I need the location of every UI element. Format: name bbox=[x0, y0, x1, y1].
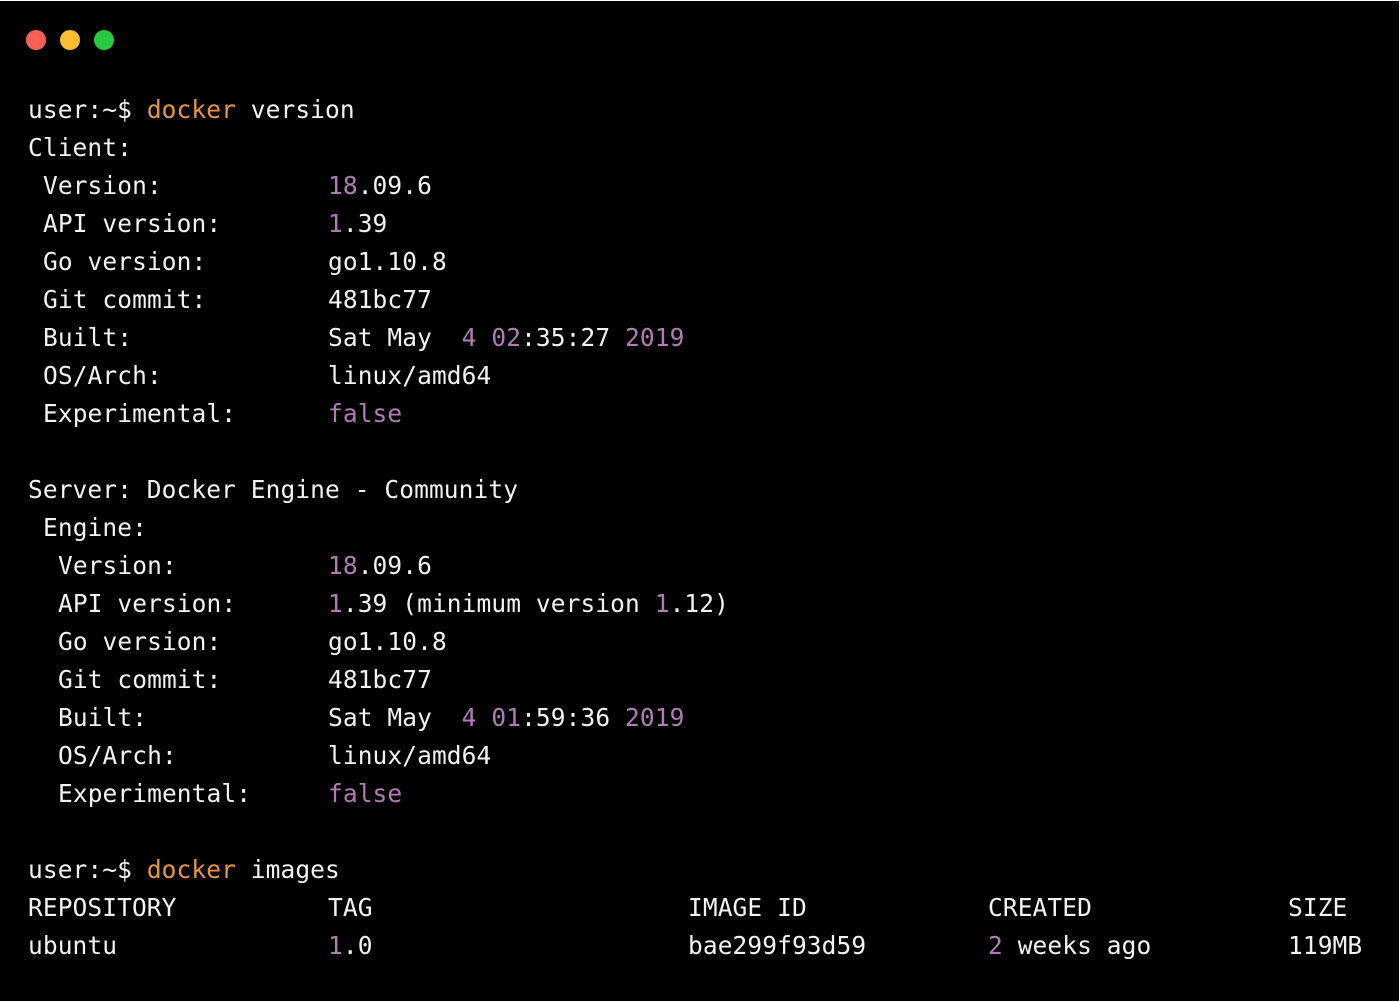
server-experimental-row: Experimental: false bbox=[28, 775, 518, 813]
built-date: 4 bbox=[461, 323, 477, 352]
field-label: Version: bbox=[58, 551, 177, 580]
cell-tag: 1.0 bbox=[328, 927, 373, 965]
server-version-row: Version: 18.09.6 bbox=[28, 547, 518, 585]
command-args: images bbox=[250, 855, 340, 884]
field-value: 481bc77 bbox=[328, 665, 432, 694]
images-table-header: REPOSITORY TAG IMAGE ID CREATED SIZE bbox=[28, 889, 1347, 927]
header-created: CREATED bbox=[988, 893, 1092, 922]
server-os-arch-row: OS/Arch: linux/amd64 bbox=[28, 737, 518, 775]
command-program: docker bbox=[146, 95, 236, 124]
number-part: 1 bbox=[328, 589, 343, 618]
built-year: 2019 bbox=[625, 323, 685, 352]
cell-repository: ubuntu bbox=[28, 931, 118, 960]
client-experimental-row: Experimental: false bbox=[28, 395, 518, 433]
built-time: :59:36 bbox=[521, 703, 611, 732]
field-value: Sat May 4 01:59:36 2019 bbox=[328, 699, 684, 737]
terminal-window: user:~$ docker version Client: Version: 1… bbox=[0, 1, 1399, 1001]
server-git-commit-row: Git commit: 481bc77 bbox=[28, 661, 518, 699]
field-value: Sat May 4 02:35:27 2019 bbox=[328, 319, 684, 357]
number-part: 1 bbox=[328, 209, 343, 238]
field-label: Go version: bbox=[43, 247, 207, 276]
field-label: Version: bbox=[43, 171, 162, 200]
field-label: API version: bbox=[58, 589, 237, 618]
field-label: Git commit: bbox=[58, 665, 222, 694]
tag-number: 1 bbox=[328, 931, 343, 960]
field-value: 1.39 bbox=[328, 205, 387, 243]
number-part: 18 bbox=[328, 171, 358, 200]
command-program: docker bbox=[146, 855, 236, 884]
command-line-docker-images: user:~$ docker images bbox=[28, 851, 518, 889]
field-value: 18.09.6 bbox=[328, 547, 432, 585]
close-window-dot[interactable] bbox=[26, 30, 46, 50]
client-git-commit-row: Git commit: 481bc77 bbox=[28, 281, 518, 319]
cell-image-id: bae299f93d59 bbox=[688, 931, 867, 960]
header-image-id: IMAGE ID bbox=[688, 893, 807, 922]
text-part: .39 bbox=[342, 209, 388, 238]
built-hour: 01 bbox=[491, 703, 522, 732]
header-size: SIZE bbox=[1288, 893, 1348, 922]
server-built-row: Built: Sat May 4 01:59:36 2019 bbox=[28, 699, 684, 737]
terminal-output[interactable]: user:~$ docker version Client: Version: 1… bbox=[28, 91, 1362, 965]
text-part: .39 (minimum version bbox=[342, 589, 655, 618]
field-value: linux/amd64 bbox=[328, 361, 492, 390]
command-args: version bbox=[250, 95, 355, 124]
client-built-row: Built: Sat May 4 02:35:27 2019 bbox=[28, 319, 684, 357]
server-go-version-row: Go version: go1.10.8 bbox=[28, 623, 518, 661]
text-part: .09.6 bbox=[357, 551, 432, 580]
field-label: Built: bbox=[58, 703, 148, 732]
client-version-row: Version: 18.09.6 bbox=[28, 167, 518, 205]
field-label: OS/Arch: bbox=[58, 741, 177, 770]
min-number-part: 1 bbox=[654, 589, 670, 618]
field-label: OS/Arch: bbox=[43, 361, 162, 390]
field-label: Experimental: bbox=[43, 399, 237, 428]
server-api-version-row: API version: 1.39 (minimum version 1.12) bbox=[28, 585, 729, 623]
field-label: Go version: bbox=[58, 627, 222, 656]
field-label: Experimental: bbox=[58, 779, 252, 808]
cell-size: 119MB bbox=[1288, 931, 1363, 960]
field-value: 18.09.6 bbox=[328, 167, 432, 205]
min-text-part: .12) bbox=[669, 589, 729, 618]
field-value: go1.10.8 bbox=[328, 247, 447, 276]
maximize-window-dot[interactable] bbox=[94, 30, 114, 50]
cell-created: 2 weeks ago bbox=[988, 927, 1151, 965]
engine-header: Engine: bbox=[43, 513, 147, 542]
minimize-window-dot[interactable] bbox=[60, 30, 80, 50]
client-header: Client: bbox=[28, 133, 132, 162]
built-day: Sat May bbox=[328, 703, 432, 732]
server-header: Server: Docker Engine - Community bbox=[28, 475, 519, 504]
created-rest: weeks ago bbox=[1002, 931, 1152, 960]
field-label: Built: bbox=[43, 323, 133, 352]
field-label: API version: bbox=[43, 209, 222, 238]
built-hour: 02 bbox=[491, 323, 522, 352]
built-date: 4 bbox=[461, 703, 477, 732]
created-number: 2 bbox=[988, 931, 1003, 960]
field-value: 481bc77 bbox=[328, 285, 432, 314]
client-go-version-row: Go version: go1.10.8 bbox=[28, 243, 518, 281]
number-part: 18 bbox=[328, 551, 358, 580]
header-tag: TAG bbox=[328, 893, 373, 922]
built-time: :35:27 bbox=[521, 323, 611, 352]
field-value: linux/amd64 bbox=[328, 741, 492, 770]
prompt: user:~$ bbox=[28, 95, 132, 124]
built-day: Sat May bbox=[328, 323, 432, 352]
command-line-docker-version: user:~$ docker version bbox=[28, 91, 518, 129]
table-row: ubuntu 1.0 bae299f93d59 2 weeks ago 119M… bbox=[28, 927, 1362, 965]
client-os-arch-row: OS/Arch: linux/amd64 bbox=[28, 357, 518, 395]
field-value: 1.39 (minimum version 1.12) bbox=[328, 585, 729, 623]
client-api-version-row: API version: 1.39 bbox=[28, 205, 518, 243]
field-value: false bbox=[328, 399, 403, 428]
header-repository: REPOSITORY bbox=[28, 893, 177, 922]
field-value: false bbox=[328, 779, 403, 808]
field-value: go1.10.8 bbox=[328, 627, 447, 656]
built-year: 2019 bbox=[625, 703, 685, 732]
text-part: .09.6 bbox=[357, 171, 432, 200]
tag-rest: .0 bbox=[342, 931, 373, 960]
field-label: Git commit: bbox=[43, 285, 207, 314]
prompt: user:~$ bbox=[28, 855, 132, 884]
